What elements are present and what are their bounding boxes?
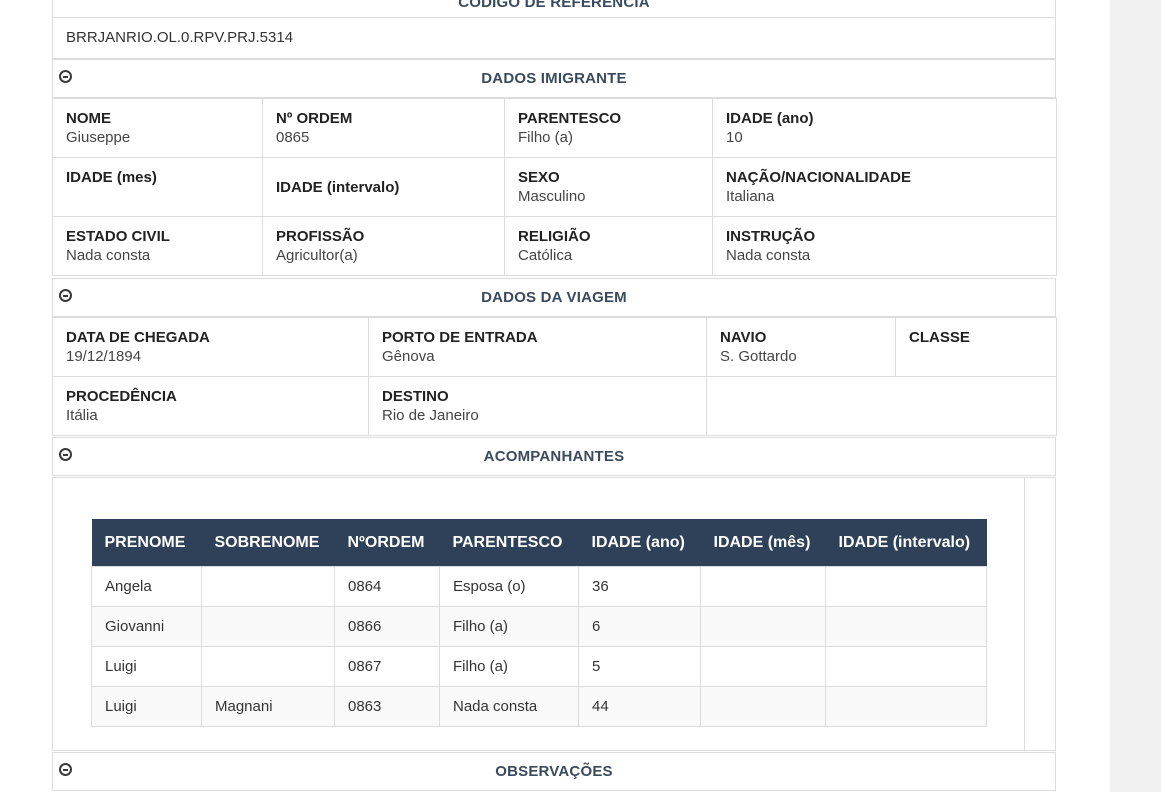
cell-ordem: 0867 bbox=[334, 646, 440, 687]
cell-idade-ano: 44 bbox=[578, 686, 701, 727]
col-idade-mes[interactable]: IDADE (mês) bbox=[700, 519, 826, 567]
cell-idade-intervalo bbox=[825, 606, 987, 647]
cell-sobrenome bbox=[201, 606, 335, 647]
imigrante-header[interactable]: DADOS IMIGRANTE bbox=[52, 59, 1056, 98]
imigrante-table: NOME Giuseppe Nº ORDEM 0865 PARENTESCO Filh… bbox=[52, 98, 1057, 276]
field-procedencia: PROCEDÊNCIA Itália bbox=[52, 376, 369, 436]
referencia-title: CÓDIGO DE REFERÊNCIA bbox=[458, 0, 650, 11]
col-idade-ano[interactable]: IDADE (ano) bbox=[578, 519, 701, 567]
field-idade-mes: IDADE (mes) bbox=[52, 157, 263, 217]
cell-idade-mes bbox=[700, 566, 826, 607]
cell-idade-intervalo bbox=[825, 566, 987, 607]
col-idade-intervalo[interactable]: IDADE (intervalo) bbox=[825, 519, 987, 567]
table-header-row: PRENOME SOBRENOME NºORDEM PARENTESCO IDA… bbox=[91, 519, 987, 567]
cell-idade-mes bbox=[700, 686, 826, 727]
empty-cell bbox=[706, 376, 1057, 436]
cell-sobrenome bbox=[201, 566, 335, 607]
field-parentesco: PARENTESCO Filho (a) bbox=[504, 98, 713, 158]
cell-idade-ano: 6 bbox=[578, 606, 701, 647]
cell-idade-ano: 5 bbox=[578, 646, 701, 687]
field-instrucao: INSTRUÇÃO Nada consta bbox=[712, 216, 1057, 276]
referencia-value-box: BRRJANRIO.OL.0.RPV.PRJ.5314 bbox=[52, 17, 1056, 59]
viagem-table: DATA DE CHEGADA 19/12/1894 PORTO DE ENTRA… bbox=[52, 317, 1057, 436]
field-estado-civil: ESTADO CIVIL Nada consta bbox=[52, 216, 263, 276]
cell-idade-ano: 36 bbox=[578, 566, 701, 607]
viagem-header[interactable]: DADOS DA VIAGEM bbox=[52, 278, 1056, 317]
cell-sobrenome: Magnani bbox=[201, 686, 335, 727]
cell-parentesco: Filho (a) bbox=[439, 646, 579, 687]
cell-parentesco: Esposa (o) bbox=[439, 566, 579, 607]
field-data-chegada: DATA DE CHEGADA 19/12/1894 bbox=[52, 317, 369, 377]
referencia-value: BRRJANRIO.OL.0.RPV.PRJ.5314 bbox=[66, 29, 294, 46]
cell-idade-mes bbox=[700, 646, 826, 687]
table-row: Luigi 0867 Filho (a) 5 bbox=[91, 646, 987, 687]
acompanhantes-body: PRENOME SOBRENOME NºORDEM PARENTESCO IDA… bbox=[52, 477, 1056, 751]
cell-idade-mes bbox=[700, 606, 826, 647]
referencia-header: CÓDIGO DE REFERÊNCIA bbox=[52, 0, 1056, 18]
observacoes-title: OBSERVAÇÕES bbox=[495, 763, 613, 780]
cell-ordem: 0863 bbox=[334, 686, 440, 727]
imigrante-title: DADOS IMIGRANTE bbox=[481, 70, 627, 87]
col-ordem[interactable]: NºORDEM bbox=[334, 519, 440, 567]
field-idade-ano: IDADE (ano) 10 bbox=[712, 98, 1057, 158]
inner-divider bbox=[1024, 478, 1025, 750]
field-idade-intervalo: IDADE (intervalo) bbox=[262, 157, 505, 217]
cell-prenome: Giovanni bbox=[91, 606, 202, 647]
cell-prenome: Luigi bbox=[91, 646, 202, 687]
field-nome: NOME Giuseppe bbox=[52, 98, 263, 158]
field-classe: CLASSE bbox=[895, 317, 1057, 377]
field-porto: PORTO DE ENTRADA Gênova bbox=[368, 317, 707, 377]
cell-prenome: Luigi bbox=[91, 686, 202, 727]
viagem-title: DADOS DA VIAGEM bbox=[481, 289, 627, 306]
observacoes-header[interactable]: OBSERVAÇÕES bbox=[52, 752, 1056, 791]
cell-sobrenome bbox=[201, 646, 335, 687]
field-religiao: RELIGIÃO Católica bbox=[504, 216, 713, 276]
cell-prenome: Angela bbox=[91, 566, 202, 607]
cell-parentesco: Filho (a) bbox=[439, 606, 579, 647]
cell-ordem: 0866 bbox=[334, 606, 440, 647]
cell-parentesco: Nada consta bbox=[439, 686, 579, 727]
col-prenome[interactable]: PRENOME bbox=[91, 519, 202, 567]
cell-ordem: 0864 bbox=[334, 566, 440, 607]
cell-idade-intervalo bbox=[825, 686, 987, 727]
table-row: Angela 0864 Esposa (o) 36 bbox=[91, 566, 987, 607]
table-row: Giovanni 0866 Filho (a) 6 bbox=[91, 606, 987, 647]
cell-idade-intervalo bbox=[825, 646, 987, 687]
field-navio: NAVIO S. Gottardo bbox=[706, 317, 896, 377]
page-scrollbar[interactable] bbox=[1110, 0, 1161, 792]
field-sexo: SEXO Masculino bbox=[504, 157, 713, 217]
acompanhantes-header[interactable]: ACOMPANHANTES bbox=[52, 437, 1056, 476]
field-profissao: PROFISSÃO Agricultor(a) bbox=[262, 216, 505, 276]
acompanhantes-title: ACOMPANHANTES bbox=[483, 448, 625, 465]
col-parentesco[interactable]: PARENTESCO bbox=[439, 519, 579, 567]
table-row: Luigi Magnani 0863 Nada consta 44 bbox=[91, 686, 987, 727]
field-destino: DESTINO Rio de Janeiro bbox=[368, 376, 707, 436]
field-ordem: Nº ORDEM 0865 bbox=[262, 98, 505, 158]
acompanhantes-table: PRENOME SOBRENOME NºORDEM PARENTESCO IDA… bbox=[91, 519, 987, 727]
field-nacao: NAÇÃO/NACIONALIDADE Italiana bbox=[712, 157, 1057, 217]
col-sobrenome[interactable]: SOBRENOME bbox=[201, 519, 335, 567]
